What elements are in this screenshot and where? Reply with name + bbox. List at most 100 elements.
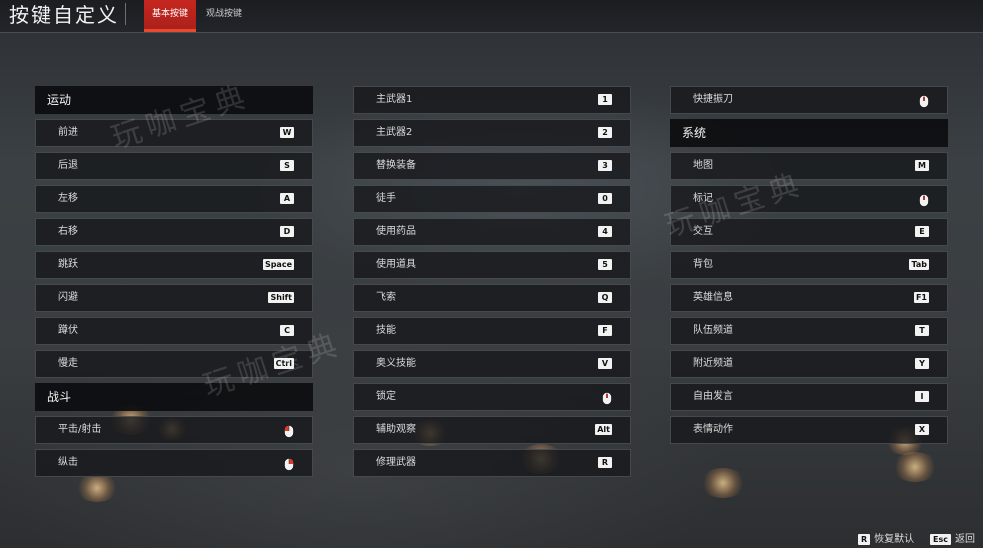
key-cap[interactable]: 4 [598,226,612,237]
keybind-row[interactable]: 修理武器 R [353,449,631,477]
action-label: 修理武器 [376,457,416,468]
mouse-middle-icon[interactable] [919,192,929,207]
action-label: 标记 [693,193,713,204]
action-label: 纵击 [58,457,78,468]
action-label: 自由发言 [693,391,733,402]
action-label: 蹲伏 [58,325,78,336]
action-label: 附近频道 [693,358,733,369]
key-cap: R [858,533,871,545]
page-title: 按键自定义 [9,3,119,27]
keybind-row[interactable]: 后退 S [35,152,313,180]
keybind-row[interactable]: 闪避 Shift [35,284,313,312]
tab-spectator-keys[interactable]: 观战按键 [198,0,250,32]
action-label: 右移 [58,226,78,237]
key-cap[interactable]: 0 [598,193,612,204]
keybind-row[interactable]: 地图 M [670,152,948,180]
keybind-row[interactable]: 跳跃 Space [35,251,313,279]
keybind-row[interactable]: 徒手 0 [353,185,631,213]
tab-basic-keys[interactable]: 基本按键 [144,0,197,32]
keybind-row[interactable]: 快捷振刀 [670,86,948,114]
section-header: 运动 [35,86,313,114]
action-label: 左移 [58,193,78,204]
key-cap[interactable]: Alt [595,424,612,435]
mouse-middle-icon[interactable] [919,93,929,108]
keybind-row[interactable]: 纵击 [35,449,313,477]
keybind-row[interactable]: 前进 W [35,119,313,147]
key-cap[interactable]: D [280,226,294,237]
keybind-row[interactable]: 辅助观察 Alt [353,416,631,444]
keybind-row[interactable]: 英雄信息 F1 [670,284,948,312]
keybind-row[interactable]: 慢走 Ctrl [35,350,313,378]
key-cap[interactable]: 5 [598,259,612,270]
action-label: 前进 [58,127,78,138]
action-label: 替换装备 [376,160,416,171]
column-movement-combat: 运动前进 W 后退 S 左移 A 右移 D 跳跃 Space 闪避 Shift 蹲伏 C 慢走 Ctrl 战斗平… [35,86,313,482]
key-cap[interactable]: F1 [913,292,929,303]
section-title: 战斗 [47,390,72,404]
keybind-row[interactable]: 使用药品 4 [353,218,631,246]
section-header: 战斗 [35,383,313,411]
action-label: 背包 [693,259,713,270]
key-cap[interactable]: I [915,391,929,402]
key-cap[interactable]: X [915,424,929,435]
keybind-row[interactable]: 技能 F [353,317,631,345]
keybind-row[interactable]: 主武器2 2 [353,119,631,147]
section-title: 运动 [47,93,72,107]
keybind-row[interactable]: 交互 E [670,218,948,246]
action-label: 地图 [693,160,713,171]
key-cap[interactable]: Shift [268,292,294,303]
action-label: 闪避 [58,292,78,303]
action-label: 英雄信息 [693,292,733,303]
keybind-row[interactable]: 背包 Tab [670,251,948,279]
keybind-row[interactable]: 奥义技能 V [353,350,631,378]
key-cap[interactable]: 3 [598,160,612,171]
keybind-row[interactable]: 平击/射击 [35,416,313,444]
top-bar: 按键自定义 基本按键 观战按键 [0,0,983,33]
restore-default-label: 恢复默认 [874,534,915,545]
keybind-row[interactable]: 使用道具 5 [353,251,631,279]
key-cap[interactable]: Space [262,259,294,270]
key-cap[interactable]: C [280,325,294,336]
key-cap[interactable]: Q [598,292,612,303]
key-cap[interactable]: T [915,325,929,336]
mouse-left-icon[interactable] [284,423,294,438]
keybind-row[interactable]: 右移 D [35,218,313,246]
key-cap[interactable]: 2 [598,127,612,138]
key-cap[interactable]: Tab [909,259,929,270]
restore-default-button[interactable]: R 恢复默认 [858,533,914,547]
key-cap[interactable]: A [280,193,294,204]
keybind-row[interactable]: 附近频道 Y [670,350,948,378]
keybind-row[interactable]: 标记 [670,185,948,213]
action-label: 快捷振刀 [693,94,733,105]
key-cap[interactable]: W [280,127,294,138]
mouse-right-icon[interactable] [284,456,294,471]
background-light [892,452,938,482]
key-cap[interactable]: E [915,226,929,237]
key-cap[interactable]: 1 [598,94,612,105]
key-cap[interactable]: R [598,457,612,468]
keybind-row[interactable]: 锁定 [353,383,631,411]
action-label: 队伍频道 [693,325,733,336]
key-cap[interactable]: M [915,160,929,171]
key-cap[interactable]: F [598,325,612,336]
keybind-row[interactable]: 自由发言 I [670,383,948,411]
keybind-row[interactable]: 队伍频道 T [670,317,948,345]
key-cap[interactable]: Ctrl [273,358,294,369]
action-label: 慢走 [58,358,78,369]
keybind-row[interactable]: 左移 A [35,185,313,213]
key-cap: Esc [930,533,951,545]
action-label: 奥义技能 [376,358,416,369]
back-label: 返回 [954,534,975,545]
key-cap[interactable]: S [280,160,294,171]
back-button[interactable]: Esc 返回 [930,533,975,547]
key-cap[interactable]: V [598,358,612,369]
action-label: 表情动作 [693,424,733,435]
section-title: 系统 [682,126,707,140]
key-cap[interactable]: Y [915,358,929,369]
keybind-row[interactable]: 蹲伏 C [35,317,313,345]
mouse-middle-icon[interactable] [602,390,612,405]
keybind-row[interactable]: 表情动作 X [670,416,948,444]
keybind-row[interactable]: 飞索 Q [353,284,631,312]
keybind-row[interactable]: 替换装备 3 [353,152,631,180]
keybind-row[interactable]: 主武器1 1 [353,86,631,114]
